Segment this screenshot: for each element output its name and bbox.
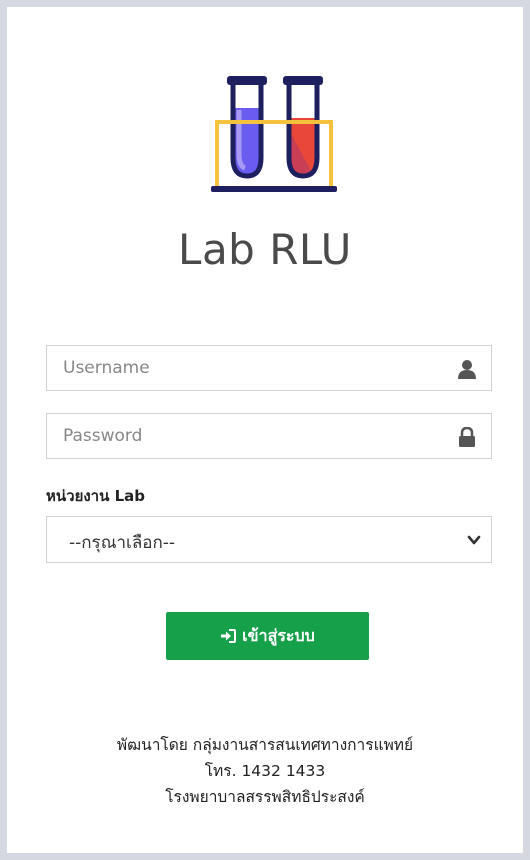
footer-phone: โทร. 1432 1433	[204, 762, 326, 780]
login-card: Lab RLU หน่วยงาน Lab --กรุณาเลือก-- เข้า…	[7, 7, 523, 853]
sign-in-icon	[221, 629, 237, 643]
lock-icon	[459, 427, 475, 447]
footer-developer: พัฒนาโดย กลุ่มงานสารสนเทศทางการแพทย์	[116, 736, 414, 754]
password-input[interactable]	[47, 414, 491, 458]
user-icon	[458, 360, 476, 379]
password-field[interactable]	[46, 413, 492, 459]
login-button[interactable]: เข้าสู่ระบบ	[166, 612, 369, 660]
footer: พัฒนาโดย กลุ่มงานสารสนเทศทางการแพทย์ โทร…	[7, 732, 523, 810]
lab-select-label: หน่วยงาน Lab	[46, 487, 145, 505]
lab-select-value: --กรุณาเลือก--	[69, 533, 176, 553]
login-button-label: เข้าสู่ระบบ	[242, 625, 315, 645]
test-tubes-icon	[211, 76, 337, 192]
username-field[interactable]	[46, 345, 492, 391]
app-title: Lab RLU	[178, 225, 352, 274]
username-input[interactable]	[47, 346, 491, 390]
chevron-down-icon	[467, 535, 481, 545]
lab-select[interactable]: --กรุณาเลือก--	[46, 516, 492, 563]
footer-hospital: โรงพยาบาลสรรพสิทธิประสงค์	[165, 788, 365, 806]
